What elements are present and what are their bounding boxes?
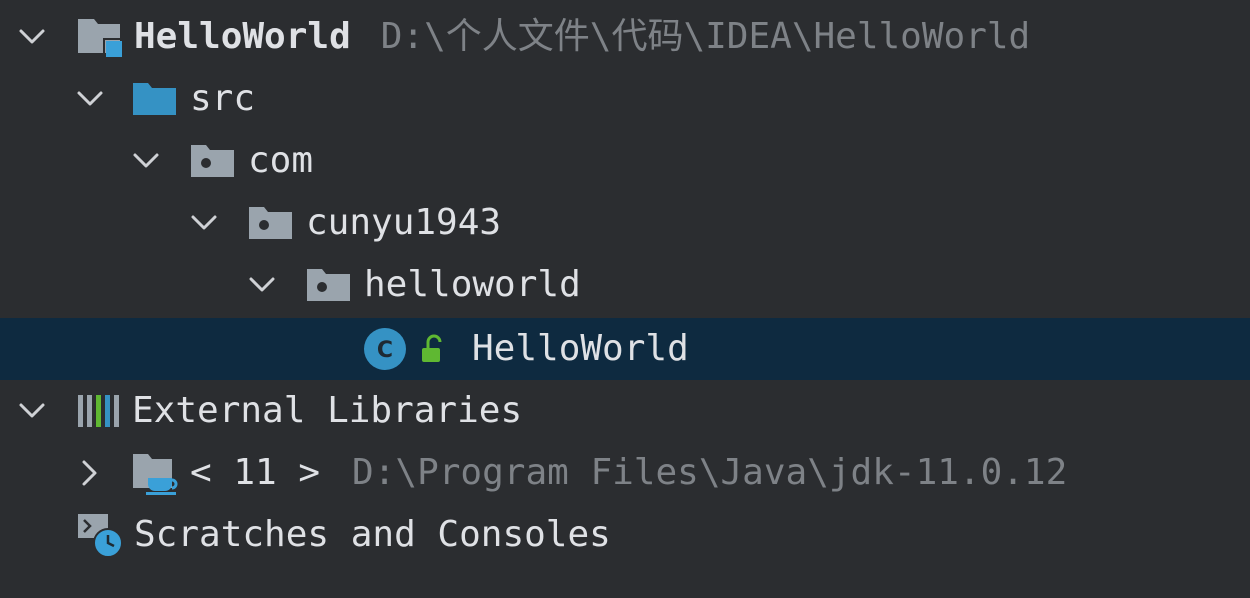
external-libraries-label: External Libraries <box>132 390 523 431</box>
tree-row-jdk[interactable]: < 11 > D:\Program Files\Java\jdk-11.0.12 <box>0 442 1250 504</box>
class-icon: C <box>362 326 408 372</box>
package-icon <box>306 265 352 305</box>
chevron-down-icon[interactable] <box>184 192 224 254</box>
scratches-icon <box>76 510 126 560</box>
class-name: HelloWorld <box>472 328 689 369</box>
project-folder-icon <box>76 15 124 59</box>
tree-row-scratches[interactable]: Scratches and Consoles <box>0 504 1250 566</box>
scratches-label: Scratches and Consoles <box>134 514 611 555</box>
class-icon-letter: C <box>377 338 393 363</box>
tree-row-project[interactable]: HelloWorld D:\个人文件\代码\IDEA\HelloWorld <box>0 6 1250 68</box>
tree-row-src[interactable]: src <box>0 68 1250 130</box>
package-icon <box>248 203 294 243</box>
chevron-down-icon[interactable] <box>12 6 52 68</box>
project-tree: HelloWorld D:\个人文件\代码\IDEA\HelloWorld sr… <box>0 0 1250 598</box>
chevron-down-icon[interactable] <box>70 68 110 130</box>
package-cunyu1943-name: cunyu1943 <box>306 202 502 243</box>
package-com-name: com <box>248 140 314 181</box>
tree-row-package-com[interactable]: com <box>0 130 1250 192</box>
src-folder-name: src <box>190 78 256 119</box>
chevron-down-icon[interactable] <box>12 380 52 442</box>
source-folder-icon <box>132 79 178 119</box>
jdk-path: D:\Program Files\Java\jdk-11.0.12 <box>352 452 1068 493</box>
tree-row-class-helloworld[interactable]: C HelloWorld <box>0 318 1250 380</box>
package-icon <box>190 141 236 181</box>
project-name: HelloWorld <box>134 16 351 57</box>
tree-row-package-helloworld[interactable]: helloworld <box>0 254 1250 316</box>
tree-row-package-cunyu1943[interactable]: cunyu1943 <box>0 192 1250 254</box>
jdk-folder-icon <box>132 450 182 496</box>
libraries-icon <box>76 391 122 431</box>
package-helloworld-name: helloworld <box>364 264 581 305</box>
tree-row-external-libraries[interactable]: External Libraries <box>0 380 1250 442</box>
chevron-down-icon[interactable] <box>126 130 166 192</box>
chevron-right-icon[interactable] <box>70 442 110 504</box>
project-path: D:\个人文件\代码\IDEA\HelloWorld <box>380 16 1031 57</box>
chevron-down-icon[interactable] <box>242 254 282 316</box>
unlock-icon <box>420 334 448 364</box>
jdk-name: < 11 > <box>190 452 321 493</box>
